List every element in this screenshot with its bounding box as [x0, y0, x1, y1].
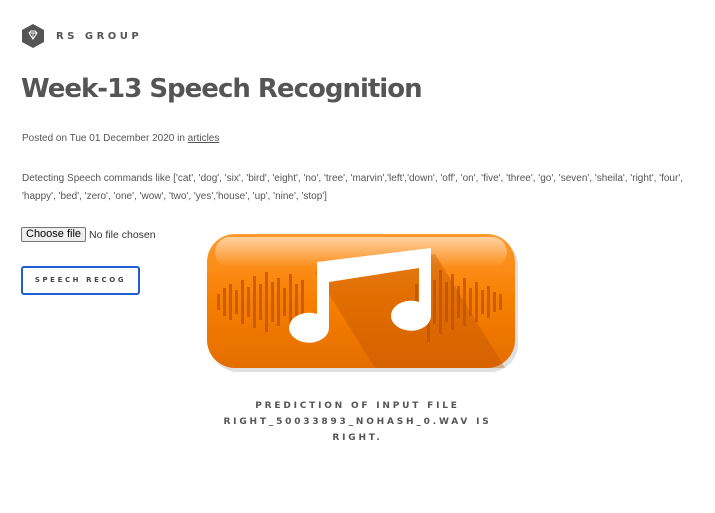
page: RS GROUP Week-13 Speech Recognition Post… [0, 0, 715, 513]
post-meta: Posted on Tue 01 December 2020 in articl… [22, 133, 219, 144]
article-description: Detecting Speech commands like ['cat', '… [22, 173, 684, 202]
choose-file-button[interactable]: Choose file [21, 227, 87, 242]
brand-name: RS GROUP [56, 30, 143, 42]
page-title: Week-13 Speech Recognition [21, 74, 423, 104]
brand-header[interactable]: RS GROUP [22, 24, 142, 48]
file-input[interactable]: Choose file No file chosen [21, 227, 156, 242]
posted-date-text: Posted on Tue 01 December 2020 in [22, 133, 188, 144]
diamond-hexagon-icon [22, 24, 44, 48]
music-note-icon [207, 234, 518, 372]
file-status-text: No file chosen [89, 228, 156, 241]
category-link[interactable]: articles [188, 133, 220, 144]
prediction-result: PREDICTION OF INPUT FILE RIGHT_50033893_… [223, 401, 492, 443]
speech-recog-button[interactable]: SPEECH RECOG [21, 266, 140, 295]
